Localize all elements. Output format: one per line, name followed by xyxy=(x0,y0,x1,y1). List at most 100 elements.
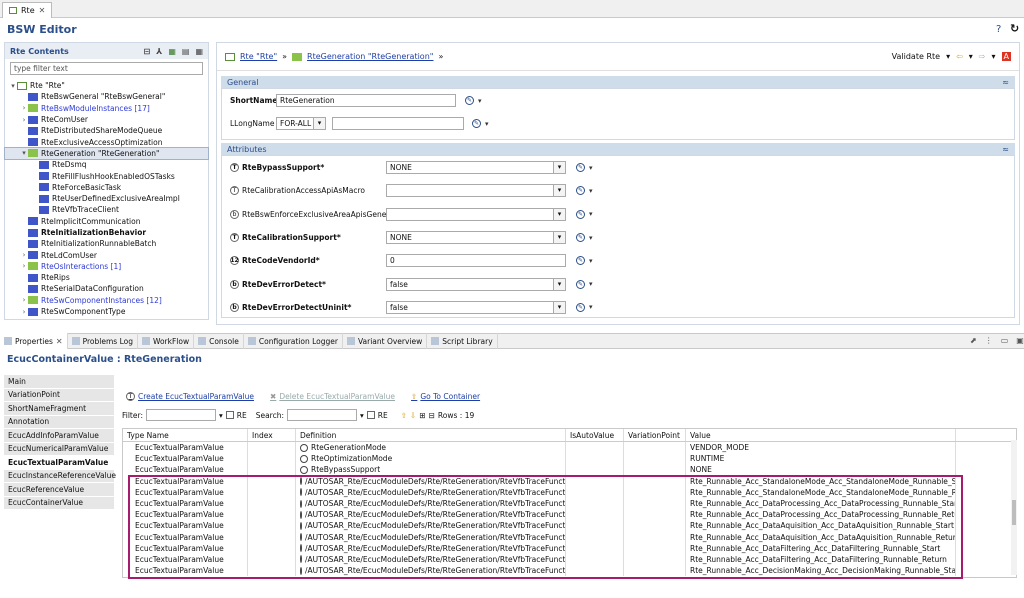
tree-item[interactable]: RteDsmq xyxy=(5,159,208,170)
chevron-right-icon[interactable]: › xyxy=(20,251,28,259)
chevron-down-icon[interactable]: ▾ xyxy=(485,120,489,128)
table-row[interactable]: EcucTextualParamValue RteOptimizationMode… xyxy=(123,453,1016,465)
tree-item[interactable]: › RteSwComponentType xyxy=(5,306,208,317)
link-icon[interactable]: ⅄ xyxy=(156,47,162,56)
go-to-container-link[interactable]: ⇧ Go To Container xyxy=(411,392,480,401)
tree-item[interactable]: RteInitializationBehavior xyxy=(5,227,208,238)
edit-icon[interactable]: ✎ xyxy=(576,209,585,219)
chevron-down-icon[interactable]: ▾ xyxy=(589,187,593,195)
attribute-value-field[interactable] xyxy=(386,207,566,221)
collapse-all-icon[interactable]: ⊟ xyxy=(144,47,151,56)
chevron-down-icon[interactable]: ▾ xyxy=(946,52,950,61)
chevron-down-icon[interactable]: ▾ xyxy=(589,257,593,265)
chevron-down-icon[interactable]: ▾ xyxy=(589,234,593,242)
tab-configuration-logger[interactable]: Configuration Logger xyxy=(244,333,343,349)
side-item-ecucaddinfoparamvalue[interactable]: EcucAddInfoParamValue xyxy=(4,429,114,443)
chevron-down-icon[interactable]: ▾ xyxy=(589,210,593,218)
side-item-variationpoint[interactable]: VariationPoint xyxy=(4,388,114,402)
column-header[interactable]: Definition xyxy=(296,429,566,441)
tree-item[interactable]: › RteLdComUser xyxy=(5,249,208,260)
chevron-right-icon[interactable]: › xyxy=(20,262,28,270)
tree-item[interactable]: › RteSwComponentInstances [12] xyxy=(5,295,208,306)
pdf-icon[interactable]: A xyxy=(1001,52,1011,61)
long-name-language-select[interactable]: FOR-ALL xyxy=(276,117,326,131)
refresh-icon[interactable]: ↻ xyxy=(1010,22,1019,35)
filter-input[interactable] xyxy=(145,409,216,421)
tree-item[interactable]: RteBswGeneral "RteBswGeneral" xyxy=(5,91,208,102)
side-item-annotation[interactable]: Annotation xyxy=(4,415,114,429)
tree-item[interactable]: › RteComUser xyxy=(5,114,208,125)
side-item-ecuctextualparamvalue[interactable]: EcucTextualParamValue xyxy=(4,456,114,470)
collapse-icon[interactable]: ≈ xyxy=(1002,78,1009,87)
tree-item[interactable]: RteForceBasicTask xyxy=(5,182,208,193)
dropdown-icon[interactable]: ▾ xyxy=(219,411,223,420)
attribute-value-field[interactable]: false xyxy=(386,300,566,314)
tree-filter-input[interactable]: type filter text xyxy=(10,62,203,75)
tree-item[interactable]: ▾ RteGeneration "RteGeneration" xyxy=(4,146,209,161)
table-row[interactable]: EcucTextualParamValue RteBypassSupport NON… xyxy=(123,464,1016,476)
chevron-down-icon[interactable]: ▾ xyxy=(969,52,973,61)
edit-icon[interactable]: ✎ xyxy=(576,302,585,312)
forward-icon[interactable]: ⇨ xyxy=(979,52,986,61)
search-input[interactable] xyxy=(287,409,357,421)
table-row[interactable]: EcucTextualParamValue/AUTOSAR_Rte/EcucMo… xyxy=(123,542,1016,554)
chevron-down-icon[interactable]: ▾ xyxy=(9,82,17,90)
export-icon[interactable]: ⬈ xyxy=(970,336,977,345)
table-row[interactable]: EcucTextualParamValue/AUTOSAR_Rte/EcucMo… xyxy=(123,531,1016,543)
side-item-main[interactable]: Main xyxy=(4,375,114,389)
grid-icon[interactable]: ▦ xyxy=(195,47,203,56)
column-header[interactable]: IsAutoValue xyxy=(566,429,624,441)
table-row[interactable]: EcucTextualParamValue RteGenerationMode VE… xyxy=(123,442,1016,454)
chevron-right-icon[interactable]: › xyxy=(20,104,28,112)
chevron-right-icon[interactable]: › xyxy=(20,296,28,304)
move-up-icon[interactable]: ⇧ xyxy=(401,411,407,420)
edit-icon[interactable]: ✎ xyxy=(472,119,481,129)
table-scrollbar-thumb[interactable] xyxy=(1012,500,1016,525)
tab-script-library[interactable]: Script Library xyxy=(427,333,498,349)
attribute-value-field[interactable]: NONE xyxy=(386,231,566,245)
tree-item[interactable]: ▾ Rte "Rte" xyxy=(5,80,208,91)
long-name-input[interactable] xyxy=(332,117,464,131)
breadcrumb-current[interactable]: RteGeneration "RteGeneration" xyxy=(307,52,433,61)
tree-item[interactable]: RteUserDefinedExclusiveAreaImpl xyxy=(5,193,208,204)
maximize-icon[interactable]: ▣ xyxy=(1016,336,1024,345)
filter-regex-checkbox[interactable] xyxy=(225,411,234,419)
edit-icon[interactable]: ✎ xyxy=(576,233,585,243)
chevron-down-icon[interactable]: ▾ xyxy=(589,280,593,288)
tree-item[interactable]: RteInitializationRunnableBatch xyxy=(5,238,208,249)
dropdown-icon[interactable]: ▾ xyxy=(360,411,364,420)
tree-item[interactable]: RteSerialDataConfiguration xyxy=(5,283,208,294)
table-row[interactable]: EcucTextualParamValue/AUTOSAR_Rte/EcucMo… xyxy=(123,520,1016,532)
move-down-icon[interactable]: ⇩ xyxy=(410,411,416,420)
editor-tab-rte[interactable]: Rte ✕ xyxy=(2,2,53,18)
tree-item[interactable]: RteVfbTraceClient xyxy=(5,204,208,215)
table-row[interactable]: EcucTextualParamValue/AUTOSAR_Rte/EcucMo… xyxy=(123,475,1016,487)
chevron-down-icon[interactable]: ▾ xyxy=(478,97,482,105)
side-item-ecucnumericalparamvalue[interactable]: EcucNumericalParamValue xyxy=(4,442,114,456)
close-icon[interactable]: ✕ xyxy=(56,337,63,346)
column-header[interactable]: Value xyxy=(686,429,956,441)
attribute-value-field[interactable] xyxy=(386,184,566,198)
chevron-down-icon[interactable]: ▾ xyxy=(589,164,593,172)
chevron-down-icon[interactable]: ▾ xyxy=(589,303,593,311)
collapse-icon[interactable]: ⊟ xyxy=(429,411,435,420)
delete-textual-param-link[interactable]: ✖ Delete EcucTextualParamValue xyxy=(270,392,395,401)
back-icon[interactable]: ⇦ xyxy=(956,52,963,61)
side-item-ecuccontainervalue[interactable]: EcucContainerValue xyxy=(4,496,114,510)
column-header[interactable]: Type Name xyxy=(123,429,248,441)
tab-console[interactable]: Console xyxy=(194,333,244,349)
side-item-ecucinstancereferencevalue[interactable]: EcucInstanceReferenceValue xyxy=(4,469,116,483)
close-icon[interactable]: ✕ xyxy=(39,6,46,15)
document-icon[interactable]: ▤ xyxy=(182,47,190,56)
expand-icon[interactable]: ⊞ xyxy=(419,411,425,420)
minimize-icon[interactable]: ▭ xyxy=(1001,336,1009,345)
attributes-section-header[interactable]: Attributes ≈ xyxy=(221,143,1015,155)
search-regex-checkbox[interactable] xyxy=(366,411,375,419)
tree-item[interactable]: RteExclusiveAccessOptimization xyxy=(5,136,208,147)
edit-icon[interactable]: ✎ xyxy=(576,163,585,173)
tree-item[interactable]: › RteOsInteractions [1] xyxy=(5,261,208,272)
tree-item[interactable]: RteDistributedShareModeQueue xyxy=(5,125,208,136)
tree-item[interactable]: RteRips xyxy=(5,272,208,283)
chevron-down-icon[interactable]: ▾ xyxy=(992,52,996,61)
tab-problems-log[interactable]: Problems Log xyxy=(68,333,138,349)
